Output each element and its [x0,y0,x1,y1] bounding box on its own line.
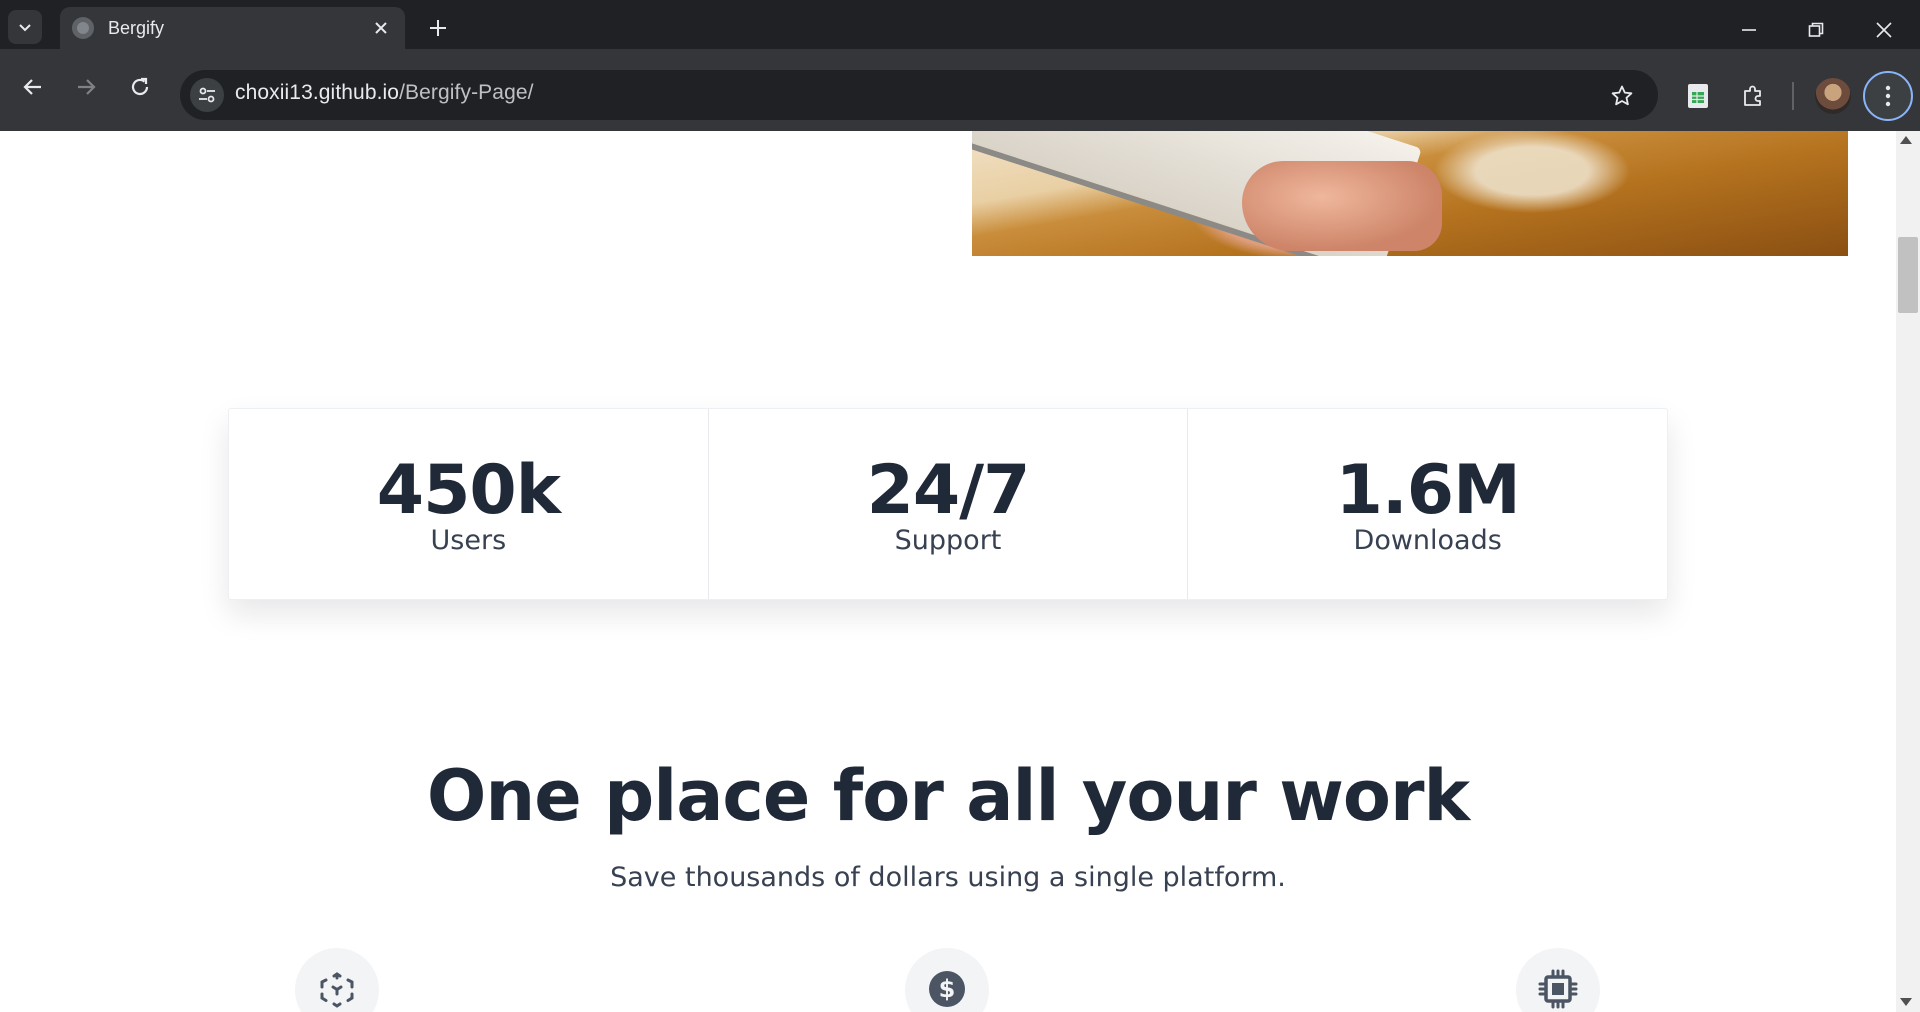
url-host: choxii13.github.io [235,81,400,104]
stat-value: 450k [376,451,561,530]
puzzle-icon [1744,85,1761,106]
section-title: One place for all your work [426,755,1470,837]
tab-strip: Bergify [0,0,1920,49]
section-subtitle: Save thousands of dollars using a single… [610,862,1286,893]
globe-icon [72,17,94,39]
url-text[interactable]: choxii13.github.io/Bergify-Page/ [235,81,534,105]
restore-icon [1808,22,1824,37]
close-icon [375,22,387,34]
minimize-icon [1742,29,1756,31]
sheets-extension-button[interactable] [1678,76,1718,116]
profile-avatar[interactable] [1815,78,1851,114]
tab-search-button[interactable] [8,10,42,44]
stats-card: 450k Users 24/7 Support 1.6M Downloads [228,408,1668,600]
forward-button[interactable] [65,66,107,108]
stat-users: 450k Users [229,409,709,599]
scroll-down-arrow[interactable] [1900,998,1912,1006]
minimize-button[interactable] [1727,8,1771,52]
stat-label: Users [430,525,507,556]
stat-support: 24/7 Support [709,409,1189,599]
page-viewport: 450k Users 24/7 Support 1.6M Downloads O… [0,131,1896,1012]
plus-icon [430,20,446,36]
chevron-down-icon [19,24,31,32]
close-tab-button[interactable] [369,16,393,40]
browser-tab[interactable]: Bergify [60,7,405,49]
stat-value: 24/7 [866,451,1031,530]
tab-title: Bergify [108,17,165,38]
stat-label: Support [894,525,1002,556]
site-info-button[interactable] [190,78,224,112]
reload-button[interactable] [119,66,161,108]
hero-image [972,131,1848,256]
close-window-button[interactable] [1862,8,1906,52]
hero-hand-shape [1242,161,1442,251]
arrow-left-icon [23,79,41,95]
sheets-icon [1688,84,1708,108]
close-icon [1876,22,1892,38]
star-icon [1611,85,1633,106]
stat-downloads: 1.6M Downloads [1188,409,1667,599]
scrollbar-thumb[interactable] [1898,237,1918,313]
tune-icon [199,87,215,103]
extensions-button[interactable] [1733,76,1773,116]
scroll-up-arrow[interactable] [1900,136,1912,144]
bookmark-button[interactable] [1604,78,1640,114]
browser-menu-button[interactable] [1863,71,1913,121]
more-vert-icon [1885,85,1891,107]
toolbar-separator [1792,82,1794,110]
stat-value: 1.6M [1335,451,1521,530]
restore-button[interactable] [1794,8,1838,52]
reload-icon [131,77,149,96]
stat-label: Downloads [1353,525,1502,556]
back-button[interactable] [12,66,54,108]
new-tab-button[interactable] [423,13,453,43]
url-path: /Bergify-Page/ [399,81,534,104]
arrow-right-icon [78,79,96,95]
